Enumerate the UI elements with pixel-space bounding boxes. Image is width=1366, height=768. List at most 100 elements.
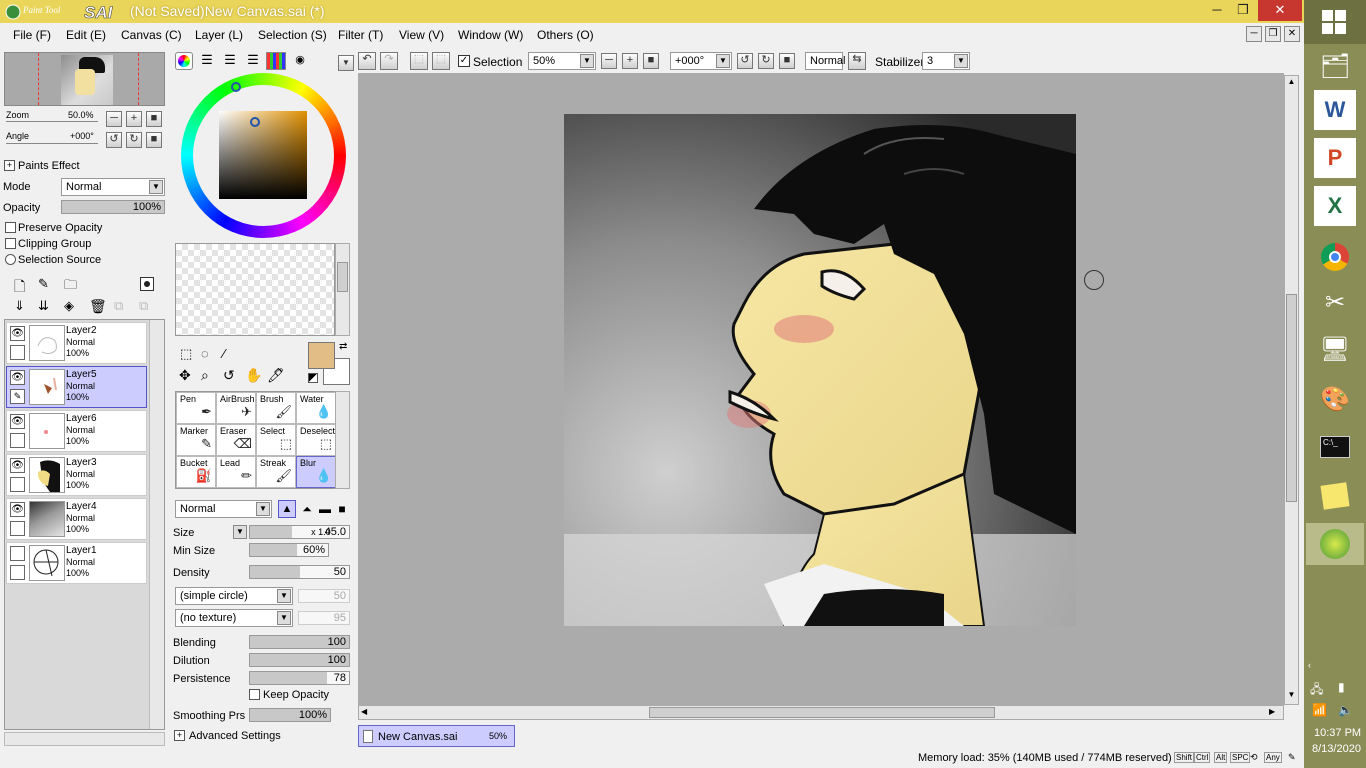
brush-shape-flat-icon[interactable]: ■ [334,500,350,518]
mdi-restore-button[interactable]: ❐ [1265,26,1281,42]
new-layer-icon[interactable]: 🗋 [14,276,25,300]
tool-lead[interactable]: Lead ✏ [216,456,256,488]
toolbar-zoom-out-button[interactable]: ─ [601,53,617,69]
vscroll-thumb[interactable] [1286,294,1297,502]
menu-layer[interactable]: Layer (L) [195,28,243,42]
file-explorer-icon[interactable]: 🗂 [1314,47,1356,87]
reset-colors-icon[interactable] [308,373,318,383]
canvas-vscrollbar[interactable]: ▲ ▼ [1284,75,1299,705]
chevron-down-icon[interactable]: ▼ [277,589,291,603]
powerpoint-icon[interactable]: P [1314,138,1356,178]
mixer-icon[interactable]: ☰ [244,52,262,70]
menu-filter[interactable]: Filter (T) [338,28,383,42]
layer-row[interactable]: Layer1 Normal 100% [6,542,147,584]
tool-water[interactable]: Water 💧 [296,392,336,424]
texture-select[interactable]: (no texture) [175,609,293,627]
chevron-down-icon[interactable]: ▼ [277,611,291,625]
hand-icon[interactable]: ✋ [245,367,262,384]
tool-streak[interactable]: Streak 🖌 [256,456,296,488]
paints-effect-label[interactable]: Paints Effect [18,160,80,172]
tool-airbrush[interactable]: AirBrush ✈ [216,392,256,424]
layer-row-selected[interactable]: 👁 ✎ Layer5 Normal 100% [6,366,147,408]
eyedropper-icon[interactable]: 🖊 [267,367,285,384]
opacity-slider[interactable]: 100% [61,200,165,214]
chevron-down-icon[interactable]: ▼ [954,54,968,68]
tool-brush[interactable]: Brush 🖌 [256,392,296,424]
menu-edit[interactable]: Edit (E) [66,28,106,42]
volume-icon[interactable]: 🔈 [1338,703,1353,717]
canvas-hscrollbar[interactable]: ◀ ▶ [358,705,1284,720]
rotate-tool-icon[interactable]: ↺ [223,367,235,384]
minimize-button[interactable]: ─ [1204,0,1230,21]
hue-picker-handle[interactable] [231,82,241,92]
tool-pen[interactable]: Pen ✒ [176,392,216,424]
selection-visible-checkbox[interactable]: ✓ [458,55,470,67]
start-button[interactable] [1304,0,1366,44]
visibility-eye-icon[interactable]: 👁 [10,502,25,517]
paints-effect-expand-icon[interactable]: + [4,160,15,171]
layer-mask-icon[interactable] [140,277,154,291]
delete-layer-icon[interactable]: 🗑 [89,298,107,315]
color-panel-menu-button[interactable]: ▼ [338,55,354,71]
visibility-eye-icon[interactable]: 👁 [10,370,25,385]
toolbar-zoom-reset-button[interactable]: ■ [643,53,659,69]
scroll-left-icon[interactable]: ◀ [361,707,373,718]
menu-window[interactable]: Window (W) [458,28,523,42]
menu-others[interactable]: Others (O) [537,28,594,42]
chevron-down-icon[interactable]: ▼ [233,525,247,539]
advanced-settings-label[interactable]: Advanced Settings [189,730,281,742]
chrome-icon[interactable] [1314,236,1356,276]
visibility-toggle-hidden[interactable] [10,546,25,561]
advanced-settings-expand-icon[interactable]: + [174,730,185,741]
rect-select-icon[interactable]: ⬚ [180,346,192,362]
clock-date[interactable]: 8/13/2020 [1312,743,1361,755]
size-slider[interactable]: x 1.045.0 [249,525,350,539]
clear-layer-icon[interactable]: ◈ [64,298,74,314]
layer-list-hscrollbar[interactable] [4,732,165,746]
remote-desktop-icon[interactable]: 🖥 [1314,330,1356,370]
min-size-slider[interactable]: 60% [249,543,329,557]
chevron-down-icon[interactable]: ▼ [149,180,163,194]
scratchpad-icon[interactable]: ◉ [291,53,309,69]
scroll-up-icon[interactable]: ▲ [1286,77,1297,89]
primary-color-swatch[interactable] [308,342,335,369]
blending-slider[interactable]: 100 [249,635,350,649]
zoom-in-button[interactable]: + [126,111,142,127]
layer-lock-toggle[interactable] [10,345,25,360]
flip-view-button[interactable]: ⇆ [848,52,866,70]
swatches-icon[interactable] [266,52,286,70]
keep-opacity-checkbox[interactable] [249,689,260,700]
layer-row[interactable]: 👁 Layer3 Normal 100% [6,454,147,496]
tool-eraser[interactable]: Eraser ⌫ [216,424,256,456]
layer-list-scrollbar[interactable] [149,320,164,729]
paint-icon[interactable]: 🎨 [1314,380,1356,420]
saturation-value-square[interactable] [219,111,307,199]
paint-tool-sai-taskbar-button[interactable] [1306,523,1364,565]
new-linework-layer-icon[interactable]: ✎ [38,276,49,292]
new-folder-icon[interactable]: 🗀 [64,276,77,298]
layer-row[interactable]: 👁 Layer4 Normal 100% [6,498,147,540]
angle-slider[interactable] [6,143,98,144]
clipping-group-checkbox[interactable] [5,238,16,249]
rotate-right-button[interactable]: ↻ [126,132,142,148]
brush-shape-soft-icon[interactable]: ▬ [316,500,334,518]
swap-colors-icon[interactable]: ⇄ [339,341,347,352]
rotate-reset-button[interactable]: ■ [146,132,162,148]
command-prompt-icon[interactable]: C:\_ [1314,428,1356,468]
snipping-tool-icon[interactable]: ✂ [1314,283,1356,323]
move-icon[interactable]: ✥ [179,367,191,384]
layer-lock-toggle[interactable] [10,433,25,448]
active-layer-pen-icon[interactable]: ✎ [10,389,25,404]
mdi-minimize-button[interactable]: ─ [1246,26,1262,42]
tool-deselect[interactable]: Deselect ⬚ [296,424,336,456]
layer-row[interactable]: 👁 Layer6 Normal 100% [6,410,147,452]
mdi-close-button[interactable]: ✕ [1284,26,1300,42]
tool-bucket[interactable]: Bucket ⛽ [176,456,216,488]
smoothing-slider[interactable]: 100% [249,708,331,722]
color-wheel-mode-icon[interactable] [175,52,193,70]
tray-expand-icon[interactable]: ‹ [1308,660,1311,670]
scroll-down-icon[interactable]: ▼ [1286,690,1297,702]
toolbar-rotate-right-button[interactable]: ↻ [758,53,774,69]
menu-file[interactable]: File (F) [13,28,51,42]
clock-time[interactable]: 10:37 PM [1314,727,1361,739]
